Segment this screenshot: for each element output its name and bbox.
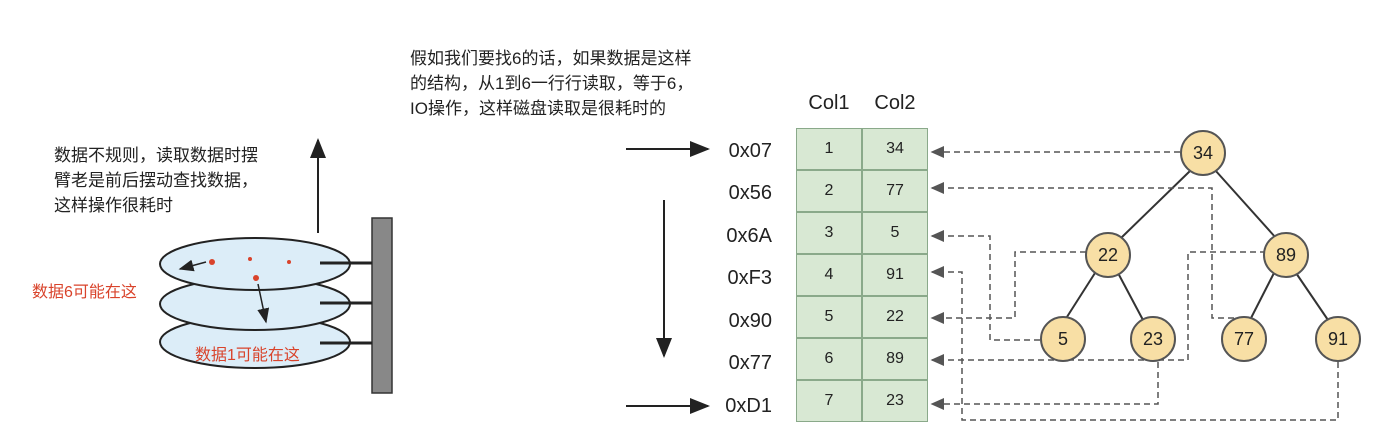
table-cell-col1: 3 [796, 212, 862, 254]
label-data6: 数据6可能在这 [32, 284, 137, 301]
table-cell-col1: 4 [796, 254, 862, 296]
table-cell-col2: 77 [862, 170, 928, 212]
row-address: 0x56 [728, 182, 772, 204]
table-cell-col2: 22 [862, 296, 928, 338]
tree-node-leaf: 77 [1221, 316, 1267, 362]
search-note-line: 的结构，从1到6一行行读取，等于6， [410, 74, 694, 93]
row-address: 0x6A [726, 225, 772, 247]
column-header-col1: Col1 [808, 92, 850, 114]
data-dot [248, 257, 252, 261]
row-address: 0xF3 [727, 267, 772, 289]
label-data1: 数据1可能在这 [195, 347, 300, 364]
actuator-arm [371, 217, 393, 394]
table-cell-col2: 23 [862, 380, 928, 422]
table-cell-col1: 1 [796, 128, 862, 170]
search-note: 假如我们要找6的话，如果数据是这样 的结构，从1到6一行行读取，等于6， IO操… [410, 46, 770, 121]
row-address: 0x07 [728, 140, 772, 162]
disk-note-line: 这样操作很耗时 [54, 196, 173, 215]
table-cell-col1: 2 [796, 170, 862, 212]
tree-node: 89 [1263, 232, 1309, 278]
disk-note: 数据不规则，读取数据时摆 臂老是前后摆动查找数据， 这样操作很耗时 [54, 143, 314, 218]
row-address: 0x90 [728, 310, 772, 332]
tree-node-leaf: 5 [1040, 316, 1086, 362]
disk-note-line: 数据不规则，读取数据时摆 [54, 146, 258, 165]
table-cell-col2: 89 [862, 338, 928, 380]
disk-note-line: 臂老是前后摆动查找数据， [54, 171, 258, 190]
search-note-line: IO操作，这样磁盘读取是很耗时的 [410, 99, 666, 118]
tree-node: 22 [1085, 232, 1131, 278]
tree-node-leaf: 91 [1315, 316, 1361, 362]
data-dot [209, 259, 215, 265]
table-cell-col2: 91 [862, 254, 928, 296]
table-cell-col1: 7 [796, 380, 862, 422]
row-address: 0xD1 [725, 395, 772, 417]
search-note-line: 假如我们要找6的话，如果数据是这样 [410, 49, 692, 68]
table-cell-col2: 5 [862, 212, 928, 254]
data-dot [287, 260, 291, 264]
column-header-col2: Col2 [874, 92, 916, 114]
row-address: 0x77 [728, 352, 772, 374]
table-cell-col1: 5 [796, 296, 862, 338]
data-dot [253, 275, 259, 281]
tree-to-table-pointers [930, 146, 1339, 421]
tree-node-leaf: 23 [1130, 316, 1176, 362]
table-cell-col2: 34 [862, 128, 928, 170]
table-cell-col1: 6 [796, 338, 862, 380]
tree-node-root: 34 [1180, 130, 1226, 176]
